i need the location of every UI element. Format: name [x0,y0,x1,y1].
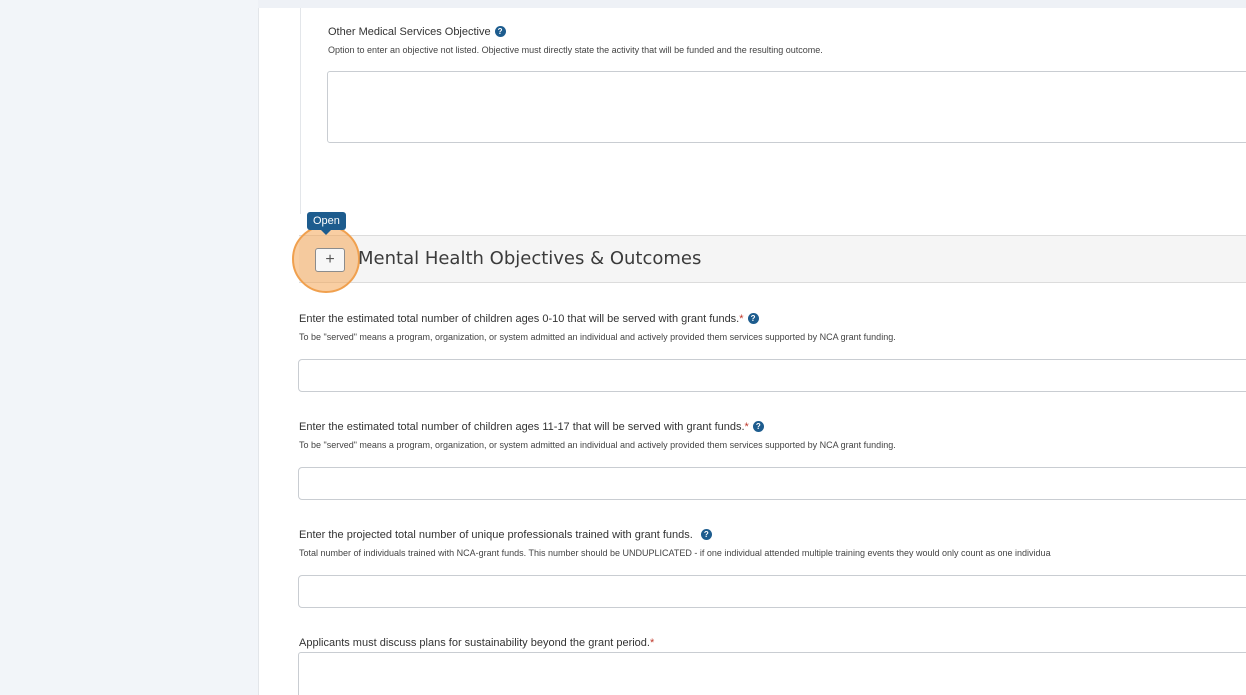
field-label: Applicants must discuss plans for sustai… [299,637,650,649]
open-tooltip: Open [307,212,346,235]
required-asterisk: * [649,637,655,649]
other-medical-label-row: Other Medical Services Objective? [328,26,506,38]
other-medical-textarea[interactable] [327,71,1246,143]
form-content: Other Medical Services Objective? Option… [258,8,1246,695]
question-circle-icon[interactable]: ? [747,313,759,324]
professionals-trained-input[interactable] [298,575,1246,608]
field-label: Enter the projected total number of uniq… [299,529,693,541]
other-medical-help: Option to enter an objective not listed.… [328,45,823,55]
children-0-10-input[interactable] [298,359,1246,392]
field-label-row: Enter the estimated total number of chil… [299,421,764,433]
question-circle-icon[interactable]: ? [700,529,712,540]
required-asterisk: * [739,313,744,325]
sustainability-textarea[interactable] [298,652,1246,695]
left-sidebar [0,0,258,695]
field-label: Enter the estimated total number of chil… [299,421,745,433]
field-help: Total number of individuals trained with… [299,548,1051,558]
question-circle-icon[interactable]: ? [752,421,764,432]
field-label: Enter the estimated total number of chil… [299,313,740,325]
other-medical-label: Other Medical Services Objective [328,26,491,38]
question-circle-icon[interactable]: ? [494,26,506,37]
field-help: To be "served" means a program, organiza… [299,440,896,450]
required-asterisk: * [744,421,749,433]
section-title: Mental Health Objectives & Outcomes [358,248,702,269]
children-11-17-input[interactable] [298,467,1246,500]
field-label-row: Enter the estimated total number of chil… [299,313,759,325]
field-help: To be "served" means a program, organiza… [299,332,896,342]
field-label-row: Applicants must discuss plans for sustai… [299,637,654,649]
plus-icon[interactable]: + [315,248,345,272]
field-label-row: Enter the projected total number of uniq… [299,529,712,541]
